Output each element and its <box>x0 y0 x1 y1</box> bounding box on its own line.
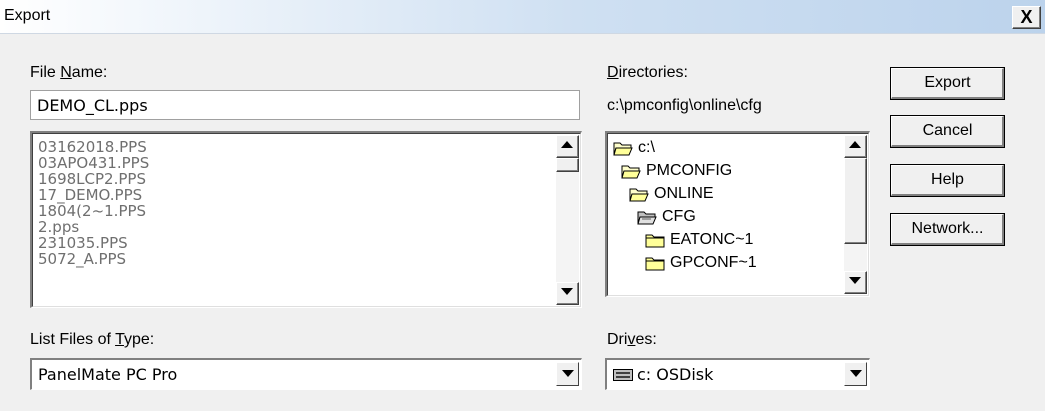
folder-icon <box>645 232 665 248</box>
drives-label-text: Dri <box>607 331 628 348</box>
directory-item[interactable]: PMCONFIG <box>613 159 757 182</box>
file-list-scrollbar[interactable] <box>556 135 579 305</box>
file-name-label: File Name: <box>30 64 107 82</box>
title-bar[interactable]: Export X <box>0 0 1045 34</box>
file-items: 03162018.PPS 03APO431.PPS 1698LCP2.PPS 17_D… <box>38 139 548 267</box>
directory-item[interactable]: c:\ <box>613 136 757 159</box>
file-type-label-rest: ype: <box>123 331 155 348</box>
close-button[interactable]: X <box>1012 6 1041 29</box>
directory-item-label: PMCONFIG <box>646 162 733 179</box>
file-list-item[interactable]: 17_DEMO.PPS <box>38 187 548 203</box>
file-name-label-accel: N <box>60 64 72 81</box>
file-list[interactable]: 03162018.PPS 03APO431.PPS 1698LCP2.PPS 17_D… <box>30 131 582 308</box>
open-folder-icon <box>629 186 649 202</box>
file-type-label-accel: T <box>115 331 124 348</box>
directories-label: Directories: <box>607 64 688 82</box>
open-folder-icon <box>613 140 633 156</box>
chevron-down-icon <box>850 370 862 377</box>
file-type-label-text: List Files of <box>30 331 116 348</box>
file-list-item[interactable]: 03APO431.PPS <box>38 155 548 171</box>
drives-label: Drives: <box>607 331 657 349</box>
directories-label-accel: D <box>607 64 619 81</box>
arrow-up-icon <box>849 141 861 148</box>
file-scroll-thumb[interactable] <box>556 158 579 172</box>
chevron-down-icon <box>562 370 574 377</box>
drives-select[interactable]: c: OSDisk <box>605 358 870 390</box>
window-title: Export <box>4 7 51 24</box>
file-name-input[interactable] <box>30 90 580 120</box>
arrow-down-icon <box>561 288 573 295</box>
file-type-select[interactable]: PanelMate PC Pro <box>30 358 582 390</box>
arrow-up-icon <box>561 141 573 148</box>
drive-icon <box>613 369 633 381</box>
drives-value: c: OSDisk <box>637 365 714 384</box>
dir-scroll-up-button[interactable] <box>844 135 867 158</box>
file-list-item[interactable]: 03162018.PPS <box>38 139 548 155</box>
directory-item[interactable]: EATONC~1 <box>613 228 757 251</box>
directory-item-label: ONLINE <box>654 185 714 202</box>
export-button[interactable]: Export <box>890 67 1005 100</box>
drives-value-wrap: c: OSDisk <box>613 365 713 384</box>
file-name-label-rest: ame: <box>71 64 108 81</box>
dir-scroll-thumb[interactable] <box>844 158 867 244</box>
directory-item[interactable]: GPCONF~1 <box>613 251 757 274</box>
directory-item-label: EATONC~1 <box>670 231 754 248</box>
folder-icon <box>645 255 665 271</box>
cancel-button[interactable]: Cancel <box>890 115 1005 148</box>
open-folder-selected-icon <box>637 209 657 225</box>
file-scroll-up-button[interactable] <box>556 135 579 158</box>
directory-item[interactable]: CFG <box>613 205 757 228</box>
arrow-down-icon <box>849 277 861 284</box>
network-button[interactable]: Network... <box>890 213 1005 246</box>
network-button-label: Network... <box>911 220 984 237</box>
open-folder-icon <box>621 163 641 179</box>
directory-items: c:\ PMCONFIG ONLINE CFG EATONC~1 GPCONF~1 <box>613 136 757 274</box>
directory-item-label: GPCONF~1 <box>670 254 757 271</box>
help-button[interactable]: Help <box>890 164 1005 197</box>
help-button-label: Help <box>931 171 964 188</box>
directory-item-label: CFG <box>662 208 696 225</box>
cancel-button-label: Cancel <box>922 122 973 139</box>
export-button-label: Export <box>924 74 971 91</box>
directory-list[interactable]: c:\ PMCONFIG ONLINE CFG EATONC~1 GPCONF~1 <box>605 131 870 297</box>
drives-dropdown-button[interactable] <box>844 362 867 386</box>
file-type-label: List Files of Type: <box>30 331 154 349</box>
file-list-item[interactable]: 231035.PPS <box>38 235 548 251</box>
file-name-label-text: File <box>30 64 61 81</box>
file-list-item[interactable]: 2.pps <box>38 219 548 235</box>
export-dialog: Export X File Name: 03162018.PPS03APO431… <box>0 0 1045 411</box>
file-type-dropdown-button[interactable] <box>556 362 579 386</box>
file-list-item[interactable]: 5072_A.PPS <box>38 251 548 267</box>
dir-scroll-down-button[interactable] <box>844 271 867 294</box>
file-list-item[interactable]: 1804(2~1.PPS <box>38 203 548 219</box>
file-scroll-down-button[interactable] <box>556 282 579 305</box>
drives-label-rest: es: <box>635 331 657 348</box>
file-type-value: PanelMate PC Pro <box>38 365 178 384</box>
directory-list-scrollbar[interactable] <box>844 135 867 294</box>
current-directory-path: c:\pmconfig\online\cfg <box>607 97 762 114</box>
file-list-item[interactable]: 1698LCP2.PPS <box>38 171 548 187</box>
directory-item[interactable]: ONLINE <box>613 182 757 205</box>
directories-label-rest: irectories: <box>618 64 688 81</box>
directory-item-label: c:\ <box>638 139 655 156</box>
